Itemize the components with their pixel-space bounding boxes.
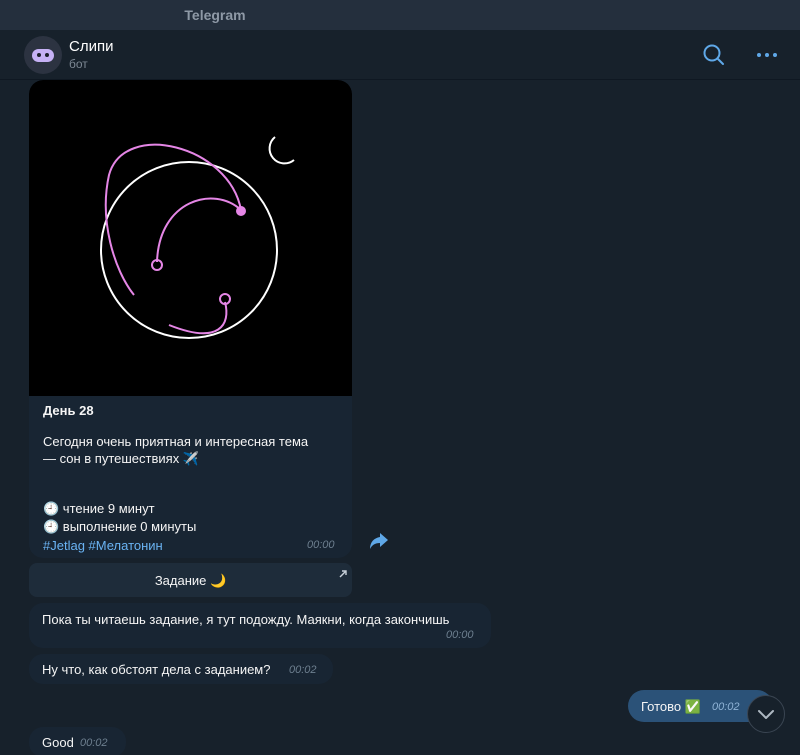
incoming-message: Ну что, как обстоят дела с заданием? 00:… (29, 654, 333, 684)
bot-face-icon (32, 49, 54, 62)
message-text: Готово ✅ (641, 699, 701, 714)
task-button[interactable]: Задание 🌙 (29, 563, 352, 597)
message-text: Good (42, 735, 74, 750)
chat-status: бот (69, 57, 88, 71)
forward-icon[interactable] (368, 531, 390, 551)
window-titlebar: Telegram (0, 0, 800, 30)
avatar[interactable] (24, 36, 62, 74)
search-icon[interactable] (701, 42, 727, 68)
chat-header: Слипи бот (0, 30, 800, 80)
task-button-label: Задание 🌙 (154, 573, 227, 588)
sleep-illustration (100, 136, 295, 339)
message-time: 00:00 (446, 629, 474, 641)
message-text: Ну что, как обстоят дела с заданием? (42, 662, 271, 677)
reading-time: 🕘 чтение 9 минут (43, 501, 155, 516)
incoming-message: Пока ты читаешь задание, я тут подожду. … (29, 603, 491, 648)
post-message: День 28 Сегодня очень приятная и интерес… (29, 80, 352, 558)
post-time: 00:00 (307, 539, 335, 551)
more-dots-icon[interactable] (754, 42, 780, 68)
post-title: День 28 (43, 403, 94, 418)
scroll-down-button[interactable] (747, 695, 785, 733)
doing-time: 🕘 выполнение 0 минуты (43, 519, 197, 534)
chat-title[interactable]: Слипи (69, 38, 113, 55)
post-hashtags: #Jetlag #Мелатонин (43, 538, 163, 553)
message-time: 00:02 (289, 664, 317, 676)
window-title: Telegram (184, 7, 246, 23)
hashtags-text[interactable]: #Jetlag #Мелатонин (43, 538, 163, 553)
post-image[interactable] (29, 80, 352, 396)
message-time: 00:02 (712, 701, 740, 713)
post-text-line1: Сегодня очень приятная и интересная тема (43, 434, 309, 449)
chevron-down-icon (758, 710, 774, 719)
post-text-line2: — сон в путешествиях ✈️ (43, 451, 199, 466)
message-time: 00:02 (80, 737, 108, 749)
incoming-message: Good 00:02 (29, 727, 126, 755)
message-text: Пока ты читаешь задание, я тут подожду. … (42, 612, 450, 627)
open-link-arrow-icon (338, 566, 348, 578)
